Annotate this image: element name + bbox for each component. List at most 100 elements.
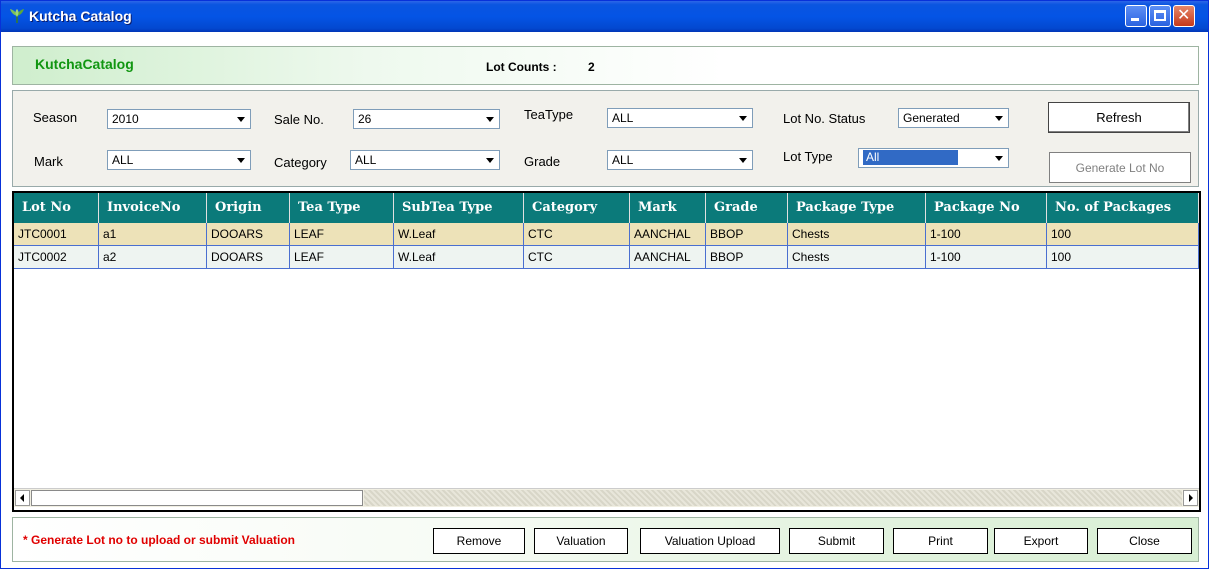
lot-type-value: All (863, 150, 958, 165)
grade-value: ALL (612, 153, 634, 167)
table-cell[interactable]: JTC0002 (14, 246, 99, 269)
scroll-track[interactable] (364, 490, 1182, 506)
window-title: Kutcha Catalog (29, 8, 132, 24)
kutcha-catalog-window: Kutcha Catalog ✕ KutchaCatalog Lot Count… (0, 0, 1209, 569)
table-cell[interactable]: CTC (524, 246, 630, 269)
print-button[interactable]: Print (893, 528, 988, 554)
grade-label: Grade (524, 154, 561, 169)
title-bar[interactable]: Kutcha Catalog ✕ (1, 1, 1208, 32)
chevron-down-icon[interactable] (482, 111, 498, 127)
lot-no-status-label: Lot No. Status (783, 111, 866, 126)
column-header[interactable]: Package Type (788, 193, 926, 223)
table-cell[interactable]: Chests (788, 223, 926, 246)
scroll-right-icon[interactable] (1183, 490, 1198, 506)
column-header[interactable]: Grade (706, 193, 788, 223)
category-value: ALL (355, 153, 377, 167)
refresh-button[interactable]: Refresh (1048, 102, 1190, 133)
category-select[interactable]: ALL (350, 150, 500, 170)
table-cell[interactable]: W.Leaf (394, 246, 524, 269)
grade-select[interactable]: ALL (607, 150, 753, 170)
table-cell[interactable]: a2 (99, 246, 207, 269)
sale-no-label: Sale No. (274, 112, 324, 127)
column-header[interactable]: InvoiceNo (99, 193, 207, 223)
column-header[interactable]: Mark (630, 193, 706, 223)
column-header[interactable]: SubTea Type (394, 193, 524, 223)
export-button[interactable]: Export (994, 528, 1088, 554)
category-label: Category (274, 155, 327, 170)
catalog-grid[interactable]: Lot No InvoiceNo Origin Tea Type SubTea Type… (12, 191, 1201, 512)
chevron-down-icon[interactable] (735, 110, 751, 126)
column-header[interactable]: Category (524, 193, 630, 223)
maximize-icon (1154, 10, 1166, 21)
season-value: 2010 (112, 112, 139, 126)
column-header[interactable]: Tea Type (290, 193, 394, 223)
validation-note: * Generate Lot no to upload or submit Va… (23, 533, 296, 547)
lot-type-select[interactable]: All (858, 148, 1009, 168)
table-cell[interactable]: LEAF (290, 246, 394, 269)
table-cell[interactable]: BBOP (706, 223, 788, 246)
remove-button[interactable]: Remove (433, 528, 525, 554)
chevron-down-icon[interactable] (233, 152, 249, 168)
table-cell[interactable]: AANCHAL (630, 223, 706, 246)
lot-no-status-value: Generated (903, 111, 960, 125)
close-window-button[interactable]: ✕ (1173, 5, 1195, 27)
table-cell[interactable]: LEAF (290, 223, 394, 246)
table-cell[interactable]: DOOARS (207, 246, 290, 269)
footer-bar: * Generate Lot no to upload or submit Va… (12, 517, 1199, 562)
minimize-icon (1131, 18, 1139, 21)
filter-panel: Season 2010 Sale No. 26 TeaType ALL Lot … (12, 90, 1199, 187)
table-cell[interactable]: W.Leaf (394, 223, 524, 246)
chevron-down-icon[interactable] (991, 150, 1007, 166)
table-cell[interactable]: 100 (1047, 223, 1199, 246)
table-cell[interactable]: 1-100 (926, 223, 1047, 246)
table-cell[interactable]: DOOARS (207, 223, 290, 246)
table-cell[interactable]: 1-100 (926, 246, 1047, 269)
table-cell[interactable]: 100 (1047, 246, 1199, 269)
table-row[interactable]: JTC0002 a2 DOOARS LEAF W.Leaf CTC AANCHAL BBOP C… (14, 246, 1199, 269)
season-label: Season (33, 110, 78, 125)
table-cell[interactable]: Chests (788, 246, 926, 269)
catalog-header: KutchaCatalog Lot Counts : 2 (12, 46, 1199, 85)
table-cell[interactable]: AANCHAL (630, 246, 706, 269)
minimize-button[interactable] (1125, 5, 1147, 27)
table-cell[interactable]: BBOP (706, 246, 788, 269)
tea-type-select[interactable]: ALL (607, 108, 753, 128)
valuation-button[interactable]: Valuation (534, 528, 628, 554)
generate-lot-no-button[interactable]: Generate Lot No (1049, 152, 1191, 183)
column-header[interactable]: Package No (926, 193, 1047, 223)
chevron-down-icon[interactable] (991, 110, 1007, 126)
maximize-button[interactable] (1149, 5, 1171, 27)
column-header[interactable]: No. of Packages (1047, 193, 1199, 223)
lot-type-label: Lot Type (783, 149, 833, 164)
chevron-down-icon[interactable] (735, 152, 751, 168)
chevron-down-icon[interactable] (482, 152, 498, 168)
chevron-down-icon[interactable] (233, 111, 249, 127)
valuation-upload-button[interactable]: Valuation Upload (640, 528, 780, 554)
table-cell[interactable]: a1 (99, 223, 207, 246)
horizontal-scrollbar[interactable] (14, 488, 1199, 507)
column-header[interactable]: Origin (207, 193, 290, 223)
close-button[interactable]: Close (1097, 528, 1192, 554)
column-header[interactable]: Lot No (14, 193, 99, 223)
mark-value: ALL (112, 153, 134, 167)
lot-counts-value: 2 (588, 60, 595, 74)
submit-button[interactable]: Submit (789, 528, 884, 554)
mark-select[interactable]: ALL (107, 150, 251, 170)
lot-no-status-select[interactable]: Generated (898, 108, 1009, 128)
close-icon: ✕ (1177, 5, 1191, 24)
page-title: KutchaCatalog (35, 56, 134, 72)
app-leaf-icon (10, 9, 24, 23)
season-select[interactable]: 2010 (107, 109, 251, 129)
scroll-left-icon[interactable] (15, 490, 30, 506)
scroll-thumb[interactable] (31, 490, 363, 506)
mark-label: Mark (34, 154, 63, 169)
grid-header-row: Lot No InvoiceNo Origin Tea Type SubTea Type… (14, 193, 1199, 223)
tea-type-value: ALL (612, 111, 634, 125)
table-cell[interactable]: JTC0001 (14, 223, 99, 246)
sale-no-value: 26 (358, 112, 372, 126)
table-cell[interactable]: CTC (524, 223, 630, 246)
sale-no-select[interactable]: 26 (353, 109, 500, 129)
lot-counts-label: Lot Counts : (486, 60, 557, 74)
table-row[interactable]: JTC0001 a1 DOOARS LEAF W.Leaf CTC AANCHAL BBOP C… (14, 223, 1199, 246)
tea-type-label: TeaType (524, 107, 574, 122)
